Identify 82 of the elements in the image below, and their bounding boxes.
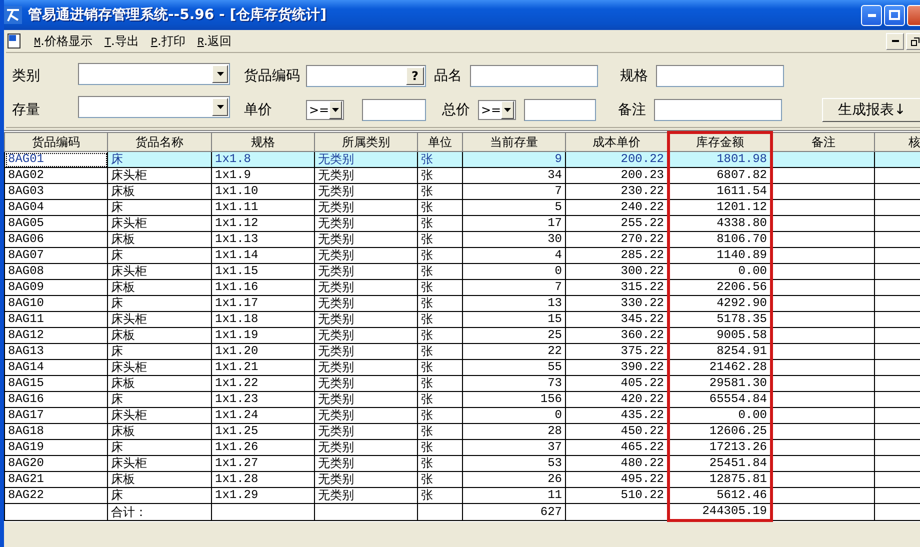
- restore-button[interactable]: [906, 32, 920, 50]
- table-row[interactable]: 8AG13 床 1x1.20 无类别 张 22 375.22 8254.91: [4, 344, 920, 360]
- field-label: 存量: [12, 100, 41, 118]
- column-header[interactable]: 货品编码: [4, 132, 108, 152]
- menu-item[interactable]: M.价格显示: [34, 32, 92, 50]
- generate-report-button[interactable]: 生成报表↓: [822, 98, 920, 122]
- table-row[interactable]: 8AG20 床头柜 1x1.27 无类别 张 53 480.22 25451.84: [4, 456, 920, 472]
- table-row[interactable]: 8AG15 床板 1x1.22 无类别 张 73 405.22 29581.30: [4, 376, 920, 392]
- minimize-icon: [868, 14, 876, 16]
- table-cell: 8AG01: [4, 152, 108, 168]
- input-field[interactable]: [524, 98, 596, 120]
- app-icon: [4, 6, 22, 24]
- table-row[interactable]: 8AG02 床头柜 1x1.9 无类别 张 34 200.23 6807.82: [4, 168, 920, 184]
- minimize-icon: [892, 40, 898, 42]
- dropdown-arrow-icon: [216, 72, 224, 76]
- table-row[interactable]: 8AG12 床板 1x1.19 无类别 张 25 360.22 9005.58: [4, 328, 920, 344]
- table-row[interactable]: 8AG06 床板 1x1.13 无类别 张 30 270.22 8106.70: [4, 232, 920, 248]
- table-row[interactable]: 8AG21 床板 1x1.28 无类别 张 26 495.22 12875.81: [4, 472, 920, 488]
- table-row[interactable]: 8AG16 床 1x1.23 无类别 张 156 420.22 65554.84: [4, 392, 920, 408]
- table-row[interactable]: 8AG09 床板 1x1.16 无类别 张 7 315.22 2206.56: [4, 280, 920, 296]
- table-row[interactable]: 8AG01 床 1x1.8 无类别 张 9 200.22 1801.98: [4, 152, 920, 168]
- total-cell: 627: [462, 504, 566, 520]
- table-row[interactable]: 8AG07 床 1x1.14 无类别 张 4 285.22 1140.89: [4, 248, 920, 264]
- table-row[interactable]: 8AG04 床 1x1.11 无类别 张 5 240.22 1201.12: [4, 200, 920, 216]
- table-row[interactable]: 8AG22 床 1x1.29 无类别 张 11 510.22 5612.46: [4, 488, 920, 504]
- field-label: 总价: [442, 100, 470, 118]
- restore-icon: [910, 36, 920, 46]
- table-cell: 5612.46: [668, 488, 772, 504]
- input-field[interactable]: ?: [306, 64, 426, 86]
- dropdown-arrow-icon: [332, 108, 340, 112]
- operator-select[interactable]: >=: [306, 100, 344, 120]
- dropdown-field[interactable]: [78, 96, 230, 118]
- dropdown-arrow-icon: [216, 105, 224, 109]
- table-cell: 张: [418, 488, 462, 504]
- input-field[interactable]: [470, 64, 598, 86]
- lookup-button[interactable]: ?: [406, 66, 424, 84]
- dropdown-arrow-icon: [504, 108, 512, 112]
- total-cell: 244305.19: [668, 504, 772, 520]
- column-header[interactable]: 库存金额: [668, 132, 772, 152]
- dropdown-field[interactable]: [78, 63, 230, 85]
- field-label: 品名: [434, 66, 462, 84]
- column-header[interactable]: 单位: [418, 132, 462, 152]
- input-field[interactable]: [654, 98, 782, 120]
- table-row[interactable]: 8AG05 床头柜 1x1.12 无类别 张 17 255.22 4338.80: [4, 216, 920, 232]
- column-header[interactable]: 规格: [212, 132, 314, 152]
- table-row[interactable]: 8AG14 床头柜 1x1.21 无类别 张 55 390.22 21462.28: [4, 360, 920, 376]
- table-cell: 床: [108, 488, 212, 504]
- window-title: 管易通进销存管理系统--5.96 - [仓库存货统计]: [28, 6, 328, 24]
- field-label: 规格: [620, 66, 648, 84]
- input-field[interactable]: [362, 98, 426, 120]
- menu-item[interactable]: R.返回: [197, 32, 232, 50]
- column-header[interactable]: 核: [874, 132, 920, 152]
- column-header[interactable]: 货品名称: [108, 132, 212, 152]
- document-icon: [6, 33, 22, 49]
- table-row[interactable]: 8AG19 床 1x1.26 无类别 张 37 465.22 17213.26: [4, 440, 920, 456]
- column-header[interactable]: 当前存量: [462, 132, 566, 152]
- table-row[interactable]: 8AG18 床板 1x1.25 无类别 张 28 450.22 12606.25: [4, 424, 920, 440]
- table-row[interactable]: 8AG03 床板 1x1.10 无类别 张 7 230.22 1611.54: [4, 184, 920, 200]
- minimize-button[interactable]: [886, 32, 904, 50]
- field-label: 类别: [12, 66, 41, 84]
- input-field[interactable]: [656, 64, 784, 86]
- table-cell: 1x1.29: [212, 488, 314, 504]
- table-row[interactable]: 8AG10 床 1x1.17 无类别 张 13 330.22 4292.90: [4, 296, 920, 312]
- field-label: 备注: [618, 100, 646, 118]
- operator-select[interactable]: >=: [478, 100, 516, 120]
- table-cell: 无类别: [314, 488, 418, 504]
- table-row[interactable]: 8AG11 床头柜 1x1.18 无类别 张 15 345.22 5178.35: [4, 312, 920, 328]
- table-cell: 11: [462, 488, 566, 504]
- table-row[interactable]: 8AG08 床头柜 1x1.15 无类别 张 0 300.22 0.00: [4, 264, 920, 280]
- field-label: 单价: [244, 100, 273, 118]
- table-cell: 510.22: [566, 488, 668, 504]
- table-cell: 8AG22: [4, 488, 108, 504]
- column-header[interactable]: 成本单价: [566, 132, 668, 152]
- column-header[interactable]: 备注: [772, 132, 874, 152]
- maximize-button[interactable]: [884, 4, 905, 26]
- maximize-icon: [889, 10, 900, 20]
- menu-item[interactable]: P.打印: [150, 32, 186, 50]
- column-header[interactable]: 所属类别: [314, 132, 418, 152]
- table-row[interactable]: 8AG17 床头柜 1x1.24 无类别 张 0 435.22 0.00: [4, 408, 920, 424]
- menu-item[interactable]: T.导出: [104, 32, 139, 50]
- total-label: 合计：: [108, 504, 212, 520]
- field-label: 货品编码: [244, 66, 301, 84]
